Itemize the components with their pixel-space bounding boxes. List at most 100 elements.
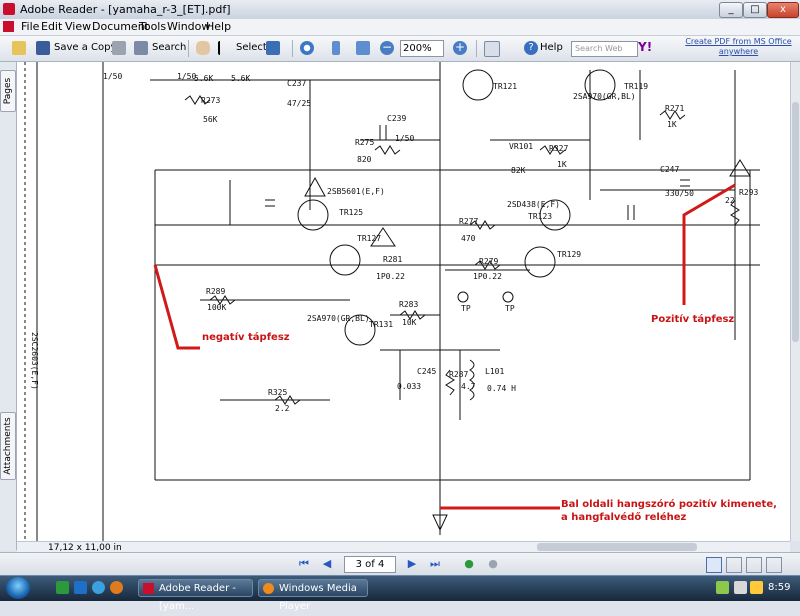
maximize-button[interactable]: □ [743, 2, 767, 18]
document-view[interactable]: 1/50 1/50 5.6K 5.6K R273 56K C237 47/25 … [17, 62, 790, 541]
toolbar-separator [476, 40, 477, 57]
search-web-input[interactable]: Search Web [571, 41, 638, 57]
label-2sa970: 2SA970(GR,BL) [573, 92, 636, 101]
close-button[interactable]: x [767, 2, 799, 18]
media-icon[interactable] [110, 581, 123, 594]
zoom-in-icon[interactable] [300, 41, 314, 55]
search-icon[interactable] [134, 41, 148, 55]
go-back-icon[interactable]: ● [462, 557, 476, 571]
annotation-marks [153, 183, 736, 510]
scrollbar-thumb[interactable] [792, 102, 799, 342]
zoom-level-field[interactable]: 200% [400, 40, 444, 57]
single-page-view-icon[interactable] [706, 557, 722, 573]
label-c247: C247 [660, 165, 680, 174]
page-number-input[interactable]: 3 of 4 [344, 556, 396, 573]
save-copy-button[interactable]: Save a Copy [54, 42, 116, 53]
clock[interactable]: 8:59 [768, 582, 790, 593]
annotation-output-line1: Bal oldali hangszóró pozitív kimenete, [561, 499, 777, 510]
label-5-6k-1: 5.6K [194, 74, 214, 83]
media-player-taskbar-icon [263, 583, 274, 594]
tray-icon-1[interactable] [716, 581, 729, 594]
horizontal-scrollbar-thumb[interactable] [537, 543, 697, 551]
save-icon[interactable] [36, 41, 50, 55]
label-2sc2603: 2SC2603(E,F) [30, 332, 39, 390]
menu-help[interactable]: Help [203, 20, 234, 33]
label-tp-1: TP [461, 304, 471, 313]
label-c237: C237 [287, 79, 307, 88]
text-select-icon[interactable] [218, 41, 226, 55]
previous-page-icon[interactable]: ◀ [320, 557, 334, 571]
next-page-icon[interactable]: ▶ [405, 557, 419, 571]
hand-tool-icon[interactable] [196, 41, 210, 55]
label-r293: R293 [739, 188, 759, 197]
label-r279-value: 1P0.22 [473, 272, 502, 281]
search-button[interactable]: Search [152, 42, 186, 53]
annotation-negative-supply: negatív tápfesz [202, 332, 290, 343]
first-page-icon[interactable]: ⏮ [297, 557, 311, 571]
label-tr129: TR129 [557, 250, 582, 259]
fit-width-icon[interactable] [356, 41, 370, 55]
label-1-50a: 1/50 [103, 72, 123, 81]
label-r283-value: 10K [402, 318, 417, 327]
help-button[interactable]: Help [540, 42, 563, 53]
annotation-output-line2: a hangfalvédő reléhez [561, 512, 687, 523]
label-r289-value: 100K [207, 303, 227, 312]
label-r325-value: 2.2 [275, 404, 290, 413]
label-tr127: TR127 [357, 234, 382, 243]
start-button[interactable] [6, 577, 30, 599]
window-title: Adobe Reader - [yamaha_r-3_[ET].pdf] [20, 3, 231, 16]
taskbar-media-player[interactable]: Windows Media Player [258, 579, 368, 612]
navigation-panel: Pages Attachments [0, 62, 17, 550]
label-tr131: TR131 [369, 320, 394, 329]
select-button[interactable]: Select [236, 42, 267, 53]
zoom-out-icon[interactable]: − [380, 41, 394, 55]
continuous-view-icon[interactable] [726, 557, 742, 573]
taskbar-adobe-reader[interactable]: Adobe Reader - [yam... [138, 579, 253, 612]
horizontal-scrollbar[interactable] [17, 541, 790, 552]
create-pdf-link[interactable]: Create PDF from MS Office anywhere [680, 37, 797, 57]
label-c239: C239 [387, 114, 407, 123]
go-forward-icon[interactable]: ● [486, 557, 500, 571]
label-r275-value: 820 [357, 155, 372, 164]
fit-page-icon[interactable] [332, 41, 340, 55]
label-r325: R325 [268, 388, 288, 397]
schematic-wires [24, 62, 760, 541]
label-2sa970-b: 2SA970(GR,BL) [307, 314, 370, 323]
toolbar-separator [188, 40, 189, 57]
toolbar: Save a Copy Search Select − 200% + ? Hel… [0, 36, 800, 62]
help-icon[interactable]: ? [524, 41, 538, 55]
label-2sd438: 2SD438(E,F) [507, 200, 560, 209]
label-5-6k-2: 5.6K [231, 74, 251, 83]
minimize-button[interactable]: _ [719, 2, 743, 18]
page-layout-icon[interactable] [484, 41, 500, 57]
tab-attachments[interactable]: Attachments [0, 412, 16, 480]
label-tr119: TR119 [624, 82, 649, 91]
label-r327: R327 [549, 144, 569, 153]
tray-icon-2[interactable] [734, 581, 747, 594]
facing-view-icon[interactable] [746, 557, 762, 573]
taskbar-adobe-label: Adobe Reader - [yam... [159, 583, 236, 612]
label-tr125: TR125 [339, 208, 364, 217]
label-vr101: VR101 [509, 142, 534, 151]
tab-pages[interactable]: Pages [0, 70, 16, 112]
label-r277-value: 470 [461, 234, 476, 243]
yahoo-icon[interactable]: Y! [638, 40, 652, 54]
adobe-reader-taskbar-icon [143, 583, 154, 594]
label-tr121: TR121 [493, 82, 518, 91]
zoom-in-button-icon[interactable]: + [453, 41, 467, 55]
snapshot-icon[interactable] [266, 41, 280, 55]
browser-icon[interactable] [92, 581, 105, 594]
label-r289: R289 [206, 287, 226, 296]
vertical-scrollbar[interactable] [790, 62, 800, 541]
print-icon[interactable] [112, 41, 126, 55]
label-r271: R271 [665, 104, 685, 113]
last-page-icon[interactable]: ⏭ [428, 557, 442, 571]
label-r281: R281 [383, 255, 403, 264]
tray-icon-3[interactable] [750, 581, 763, 594]
quicklaunch-app-icon[interactable] [56, 581, 69, 594]
show-desktop-icon[interactable] [74, 581, 87, 594]
continuous-facing-view-icon[interactable] [766, 557, 782, 573]
label-r293-value: 22 [725, 196, 735, 205]
label-r273-value: 56K [203, 115, 218, 124]
open-folder-icon[interactable] [12, 41, 26, 55]
